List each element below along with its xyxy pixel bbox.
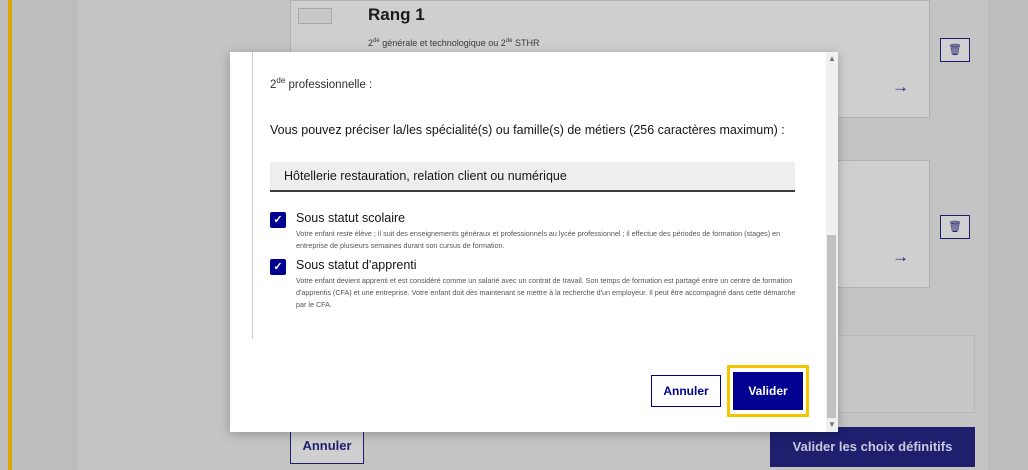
arrow-right-icon[interactable]: → xyxy=(892,77,909,97)
cancel-button[interactable]: Annuler xyxy=(651,375,721,407)
validate-final-choices-button[interactable]: Valider les choix définitifs xyxy=(770,427,975,467)
scroll-down-icon[interactable]: ▼ xyxy=(826,420,838,430)
scroll-thumb[interactable] xyxy=(827,235,836,418)
specialty-input[interactable] xyxy=(270,162,795,192)
option-description: Votre enfant reste élève ; il suit des e… xyxy=(296,229,781,250)
arrow-right-icon[interactable]: → xyxy=(892,247,909,267)
option-description: Votre enfant devient apprenti et est con… xyxy=(296,276,796,309)
checkbox-checked-icon[interactable]: ✓ xyxy=(270,212,286,228)
trash-icon[interactable]: 🗑 xyxy=(940,215,970,239)
option-title: Sous statut d'apprenti xyxy=(296,258,417,272)
validate-button[interactable]: Valider xyxy=(733,372,803,410)
scroll-up-icon[interactable]: ▲ xyxy=(826,54,838,64)
modal-content: 2de professionnelle : Vous pouvez précis… xyxy=(230,52,826,432)
rank-subtitle: 2de générale et technologique ou 2de STH… xyxy=(368,38,540,48)
field-label-voie-pro: 2de professionnelle : xyxy=(270,76,373,91)
background-cancel-button[interactable]: Annuler xyxy=(290,428,364,464)
rank-badge xyxy=(298,8,332,24)
option-title: Sous statut scolaire xyxy=(296,211,406,225)
modal-scrollbar[interactable]: ▲ ▼ xyxy=(826,52,838,432)
trash-icon[interactable]: 🗑 xyxy=(940,38,970,62)
left-accent-bar xyxy=(8,0,12,470)
precise-specialty-label: Vous pouvez préciser la/les spécialité(s… xyxy=(270,123,785,137)
checkbox-checked-icon[interactable]: ✓ xyxy=(270,259,286,275)
rank-title: Rang 1 xyxy=(368,5,425,24)
voie-pro-modal: 2de professionnelle : Vous pouvez précis… xyxy=(230,52,838,432)
modal-left-divider xyxy=(252,52,253,339)
